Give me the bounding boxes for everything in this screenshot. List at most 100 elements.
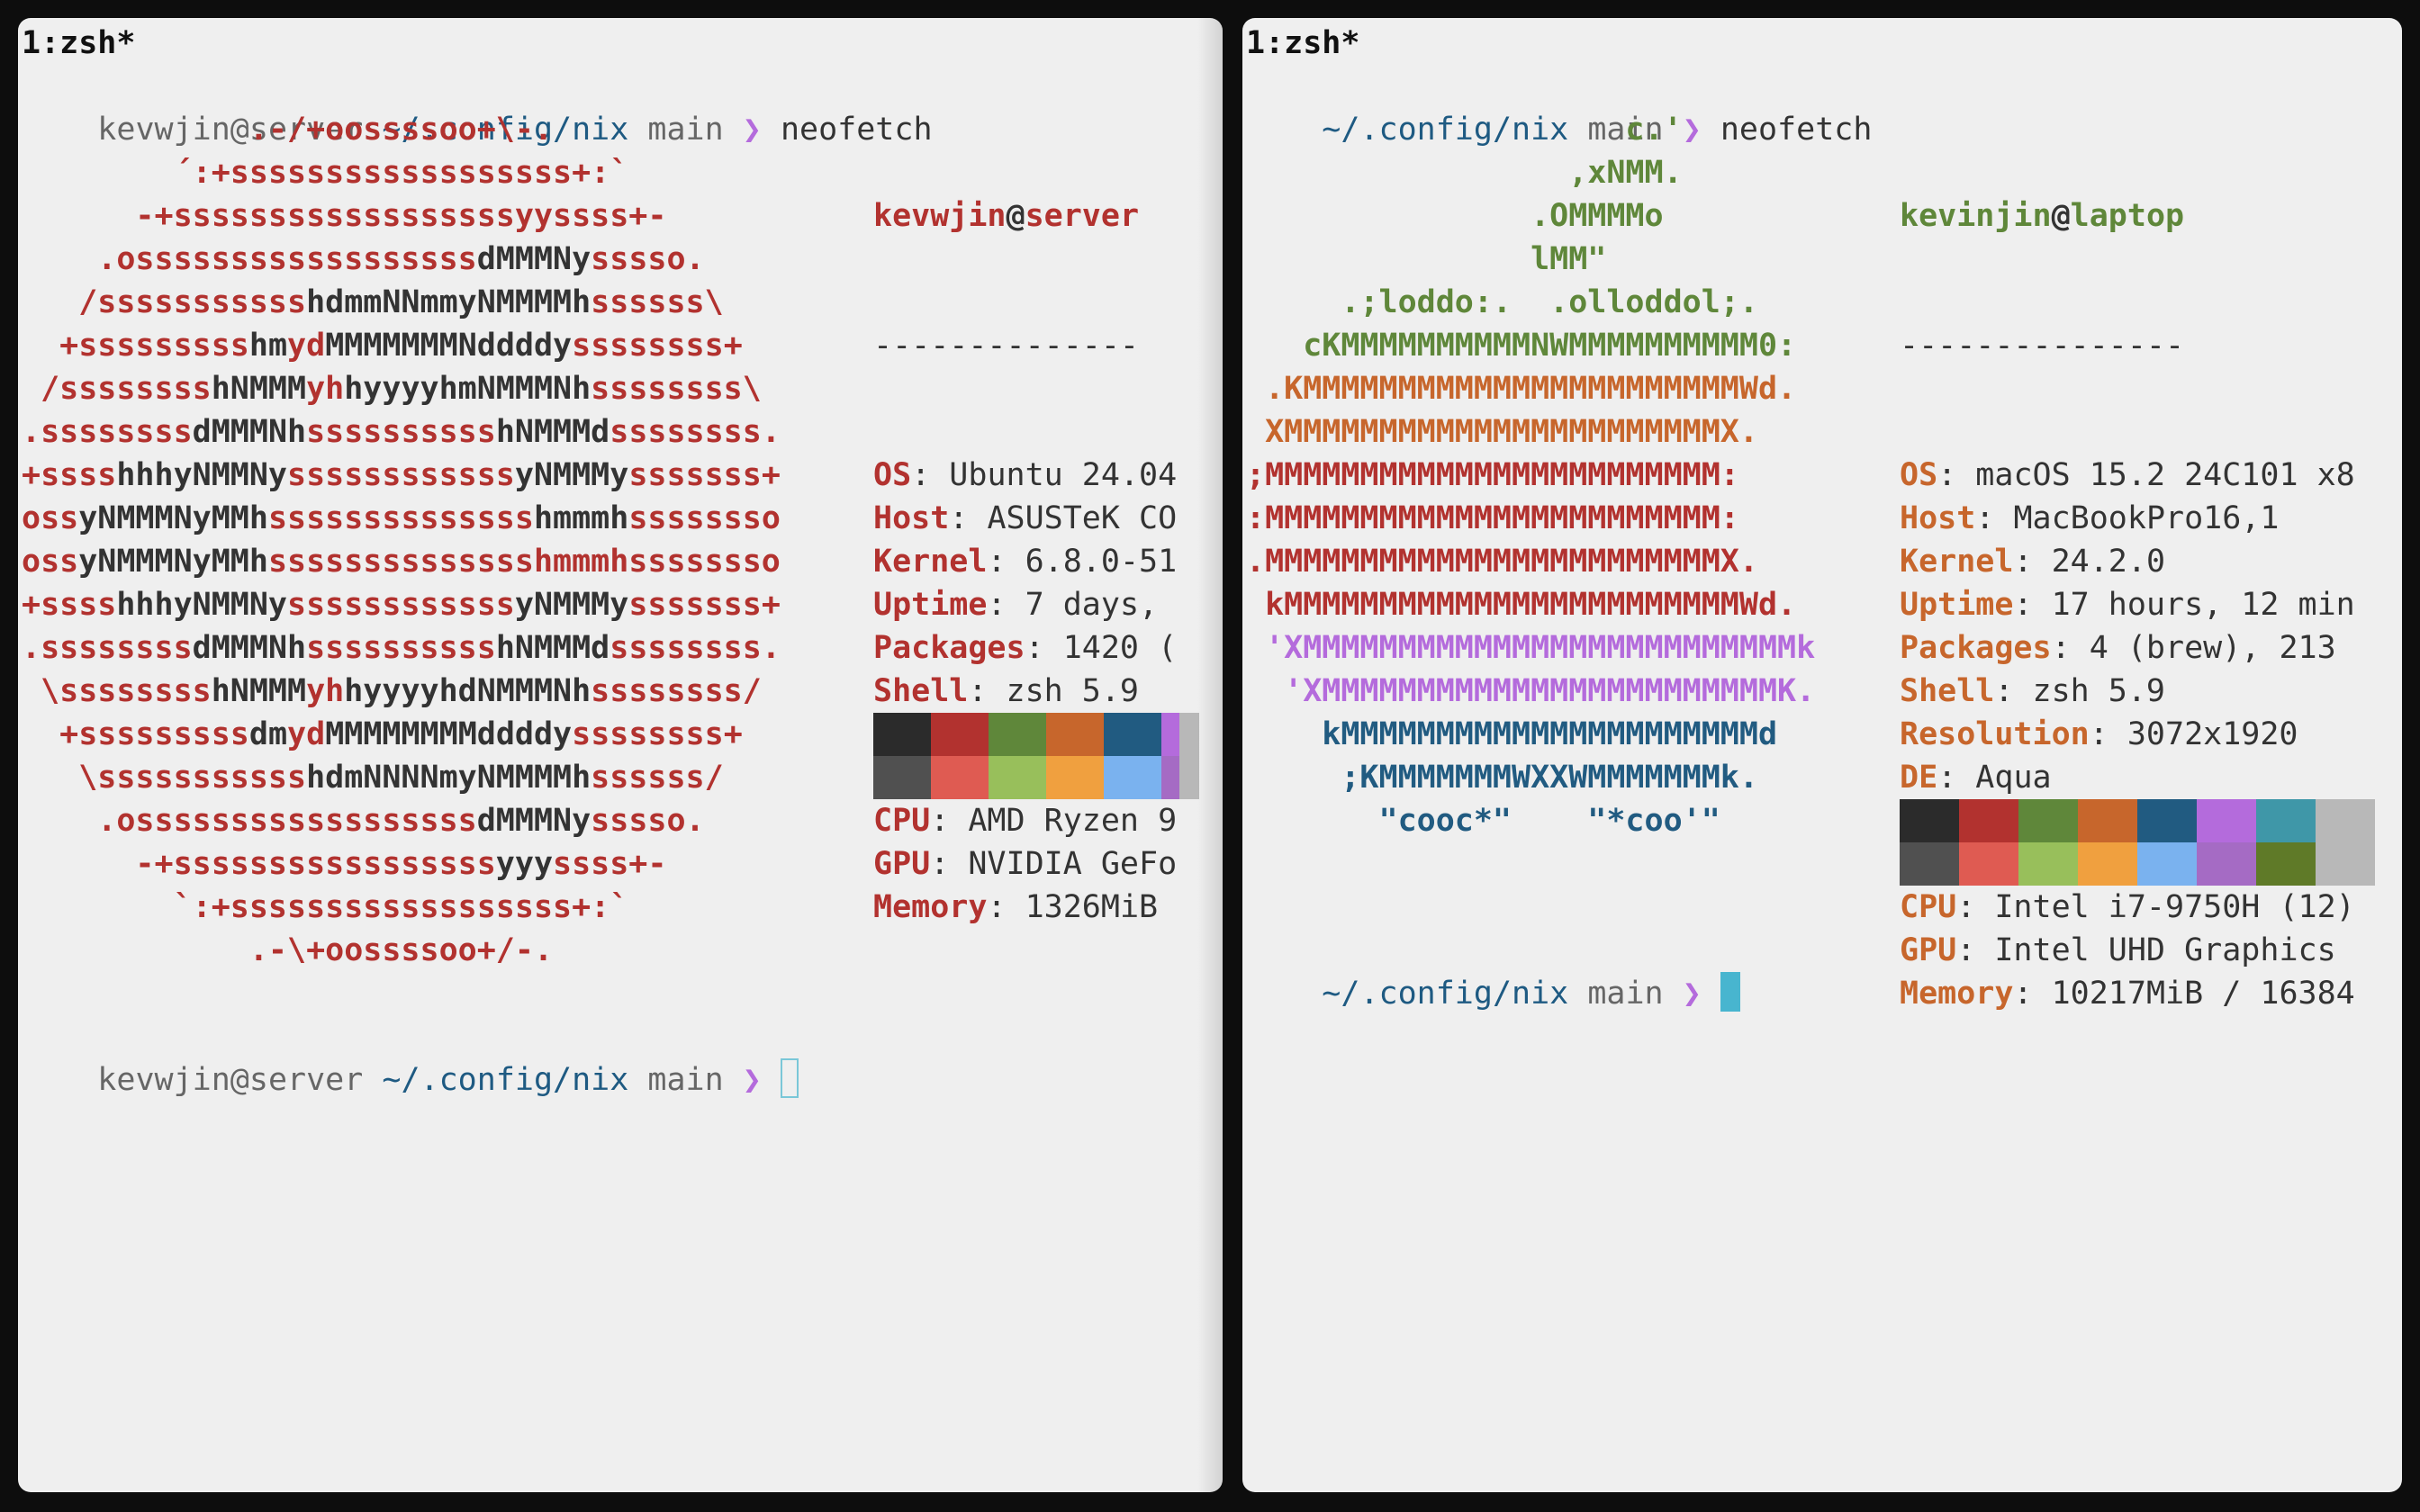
final-prompt[interactable]: kevwjin@server ~/.config/nix main ❯ <box>22 1015 799 1145</box>
prompt-path: ~/.config/nix <box>1322 976 1569 1012</box>
info-title-user: kevwjin <box>873 198 1007 234</box>
palette-swatch <box>2137 799 2197 842</box>
ascii-line: kMMMMMMMMMMMMMMMMMMMMMMMMWd. <box>1246 587 1797 623</box>
info-title-user: kevinjin <box>1900 198 2052 234</box>
ascii-segment: sssso. <box>591 241 705 277</box>
info-row: OS: Ubuntu 24.04 <box>873 454 1177 497</box>
ascii-line: .-\+oossssoo+/-. <box>22 929 781 972</box>
text-cursor <box>1720 972 1740 1012</box>
final-prompt[interactable]: ~/.config/nix main ❯ <box>1246 929 1740 1058</box>
info-row: CPU: Intel i7-9750H (12) <box>1900 886 2355 929</box>
ascii-segment: ssssssssssssss <box>267 500 534 536</box>
ascii-segment: +ssss <box>22 587 117 623</box>
ascii-segment: +ssss <box>22 457 117 493</box>
ascii-segment: yh <box>306 673 345 709</box>
ascii-segment: /ssssssss <box>22 371 212 407</box>
ascii-segment: \sssssssssss <box>22 760 307 796</box>
ascii-line: "cooc*" "*coo'" <box>1246 803 1720 839</box>
ascii-line: .OMMMMo <box>1246 198 1664 234</box>
ascii-line: ´:+ssssssssssssssssss+:` <box>22 151 781 194</box>
ascii-segment: ssssssss/ <box>591 673 762 709</box>
ascii-segment: .ssssssss <box>22 630 193 666</box>
ascii-segment: ssssssss\ <box>591 371 762 407</box>
ascii-segment: yh <box>306 371 345 407</box>
palette-swatch <box>873 713 931 756</box>
right-terminal-pane[interactable]: 1:zsh* ~/.config/nix main ❯ neofetch c.'… <box>1242 18 2402 1492</box>
ubuntu-ascii-logo: .-/+oossssoo+\-. ´:+ssssssssssssssssss+:… <box>22 108 781 972</box>
ascii-segment: \ssssssss <box>22 673 212 709</box>
info-row: Memory: 10217MiB / 16384 <box>1900 972 2355 1015</box>
ascii-segment: hyyyyhdNMMMNh <box>344 673 591 709</box>
info-value: : 24.2.0 <box>2013 544 2166 580</box>
ascii-segment: ssssssss. <box>610 414 781 450</box>
ascii-segment: MMMMMMMMddddy <box>325 716 573 752</box>
tab-title[interactable]: 1:zsh* <box>1246 22 1359 65</box>
ascii-segment: hdmNNNNmyNMMMMh <box>306 760 591 796</box>
ascii-segment: hNMMMd <box>495 414 610 450</box>
ascii-line: -+ssssssssssssssssssyyssss+- <box>22 194 781 238</box>
ascii-line: \sssssssshNMMMyhhyyyyhdNMMMNhssssssss/ <box>22 670 781 713</box>
ascii-line: cKMMMMMMMMMMNWMMMMMMMMMM0: <box>1246 328 1797 364</box>
palette-swatch <box>873 756 931 799</box>
palette-swatch <box>2256 842 2316 886</box>
info-key: Packages <box>873 630 1025 666</box>
info-key: Host <box>1900 500 1976 536</box>
tab-title[interactable]: 1:zsh* <box>22 22 135 65</box>
ascii-line: ossyNMMMNyMMhsssssssssssssshmmmhssssssso <box>22 540 781 583</box>
info-value: : 17 hours, 12 min <box>2013 587 2355 623</box>
pane-edge-shadow <box>1197 18 1223 1492</box>
ascii-segment: yNMMMNyMMh <box>78 544 268 580</box>
info-row: GPU: Intel UHD Graphics <box>1900 929 2355 972</box>
info-key: CPU <box>873 803 931 839</box>
ascii-segment: hhhyNMMNy <box>116 587 288 623</box>
ascii-segment: -+ssssssssssssssssssyyssss+- <box>22 198 667 234</box>
palette-swatch <box>931 713 989 756</box>
left-terminal-pane[interactable]: 1:zsh* kevwjin@server ~/.config/nix main… <box>18 18 1223 1492</box>
ascii-segment: sssssssssssssshmmmhssssssso <box>267 544 781 580</box>
ascii-segment: sssso. <box>591 803 705 839</box>
palette-swatch <box>1900 799 1959 842</box>
ascii-segment: ssssssss+ <box>572 328 743 364</box>
apple-ascii-logo: c.' ,xNMM. .OMMMMo lMM" .;loddo:. .ollod… <box>1246 108 1815 842</box>
ascii-line: ossyNMMMNyMMhsssssssssssssshmmmhssssssso <box>22 497 781 540</box>
palette-swatch <box>1179 756 1199 799</box>
ascii-line: .ssssssssdMMMNhsssssssssshNMMMdssssssss. <box>22 626 781 670</box>
ascii-line: 'XMMMMMMMMMMMMMMMMMMMMMMMMMMk <box>1246 630 1816 666</box>
info-value: : 1420 ( <box>1025 630 1178 666</box>
ascii-line: ;MMMMMMMMMMMMMMMMMMMMMMMM: <box>1246 457 1739 493</box>
ascii-segment: yd <box>287 328 326 364</box>
palette-swatch <box>989 756 1046 799</box>
ascii-line: .-/+oossssoo+\-. <box>22 108 781 151</box>
info-row: Kernel: 24.2.0 <box>1900 540 2355 583</box>
info-row: Uptime: 17 hours, 12 min <box>1900 583 2355 626</box>
info-separator: -------------- <box>873 328 1140 364</box>
ascii-segment: ´:+ssssssssssssssssss+:` <box>22 155 629 191</box>
ascii-line: +sssssssssdmydMMMMMMMMddddyssssssss+ <box>22 713 781 756</box>
ascii-segment: dMMMNh <box>192 414 307 450</box>
info-key: Memory <box>1900 976 2014 1012</box>
ascii-segment: .-\+oossssoo+/-. <box>22 932 554 968</box>
info-separator: --------------- <box>1900 328 2185 364</box>
system-info: kevwjin@server -------------- OS: Ubuntu… <box>873 108 1177 1015</box>
info-row: OS: macOS 15.2 24C101 x8 <box>1900 454 2355 497</box>
palette-swatch <box>2316 842 2375 886</box>
ascii-line: .MMMMMMMMMMMMMMMMMMMMMMMMX. <box>1246 544 1758 580</box>
info-value: : 10217MiB / 16384 <box>2013 976 2355 1012</box>
ascii-segment: ssssss\ <box>591 284 724 320</box>
info-value: : zsh 5.9 <box>1994 673 2166 709</box>
info-key: Uptime <box>873 587 988 623</box>
info-key: Kernel <box>1900 544 2014 580</box>
ascii-segment: hyyyyhmNMMMNh <box>344 371 591 407</box>
info-row: Kernel: 6.8.0-51 <box>873 540 1177 583</box>
prompt-branch: main <box>1587 976 1664 1012</box>
palette-swatch <box>2078 842 2137 886</box>
palette-swatch <box>2018 799 2078 842</box>
info-row: Memory: 1326MiB <box>873 886 1177 929</box>
palette-swatch <box>2137 842 2197 886</box>
ascii-segment: ssss+- <box>553 846 667 882</box>
info-row: Packages: 4 (brew), 213 <box>1900 626 2355 670</box>
info-key: Shell <box>1900 673 1995 709</box>
color-palette <box>1900 799 2375 886</box>
ascii-segment: ssssss/ <box>591 760 724 796</box>
info-list: OS: Ubuntu 24.04 Host: ASUSTeK CO Kernel: … <box>873 454 1177 929</box>
